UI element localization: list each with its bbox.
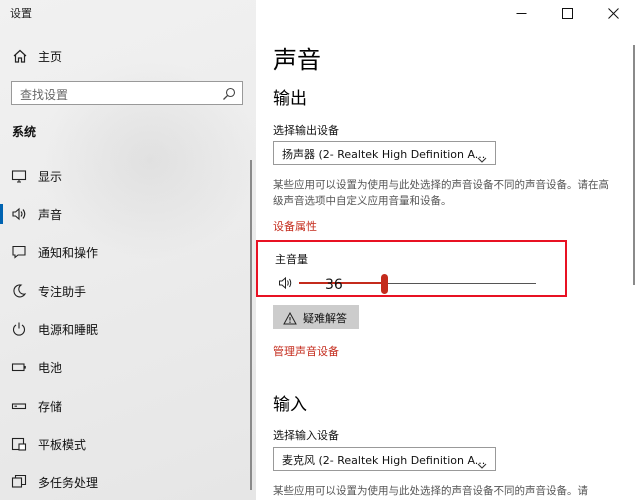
sidebar-item-notifications[interactable]: 通知和操作 [0,234,252,270]
input-device-select[interactable]: 麦克风 (2- Realtek High Definition A... [273,447,496,471]
sidebar-scrollbar[interactable] [250,160,252,490]
sidebar-item-tablet-mode[interactable]: 平板模式 [0,426,252,462]
section-title: 系统 [12,125,37,139]
sidebar-item-label: 专注助手 [38,285,87,299]
volume-value: 36 [325,277,343,293]
device-properties-link[interactable]: 设备属性 [273,218,317,234]
speaker-icon[interactable] [278,275,294,290]
search-placeholder: 查找设置 [20,88,69,102]
sidebar-item-label: 电源和睡眠 [38,323,99,337]
sidebar-item-label: 主页 [38,50,63,64]
sidebar-item-focus-assist[interactable]: 专注助手 [0,273,252,309]
sidebar-item-sound[interactable]: 声音 [0,196,252,232]
storage-icon [11,398,27,414]
chevron-down-icon [477,455,487,469]
master-volume-label: 主音量 [275,253,308,266]
maximize-button[interactable] [544,0,590,26]
troubleshoot-label: 疑难解答 [303,312,347,325]
output-description: 某些应用可以设置为使用与此处选择的声音设备不同的声音设备。请在高级声音选项中自定… [273,179,609,207]
window-controls [498,0,636,28]
chevron-down-icon [477,149,487,163]
master-volume-highlight: 主音量 [256,240,567,297]
input-device-value: 麦克风 (2- Realtek High Definition A... [282,454,486,467]
sidebar-item-storage[interactable]: 存储 [0,388,252,424]
manage-sound-devices-link[interactable]: 管理声音设备 [273,343,339,359]
output-device-value: 扬声器 (2- Realtek High Definition A... [282,148,486,161]
close-button[interactable] [590,0,636,26]
input-heading: 输入 [273,395,307,415]
input-device-label: 选择输入设备 [273,429,339,442]
main-content: 声音 输出 选择输出设备 扬声器 (2- Realtek High Defini… [256,0,636,500]
window-title: 设置 [10,7,32,20]
sidebar-item-home[interactable]: 主页 [0,42,256,70]
moon-icon [11,283,27,299]
troubleshoot-button[interactable]: 疑难解答 [273,305,359,329]
minimize-icon [516,4,527,23]
sidebar-item-label: 通知和操作 [38,246,99,260]
sidebar-item-label: 平板模式 [38,438,87,452]
output-heading: 输出 [273,89,307,109]
output-device-label: 选择输出设备 [273,124,339,137]
maximize-icon [561,4,573,23]
home-icon [12,48,28,64]
sidebar-item-label: 存储 [38,400,63,414]
notifications-icon [11,244,27,260]
minimize-button[interactable] [498,0,544,26]
sidebar-item-battery[interactable]: 电池 [0,349,252,385]
multitasking-icon [11,474,27,490]
slider-thumb[interactable] [381,274,389,294]
power-icon [11,321,27,337]
sidebar-item-label: 声音 [38,208,63,222]
input-description: 某些应用可以设置为使用与此处选择的声音设备不同的声音设备。请 [273,485,588,497]
sidebar-item-label: 多任务处理 [38,476,99,490]
search-icon[interactable] [222,86,236,100]
display-icon [11,168,27,184]
sidebar-item-label: 显示 [38,170,63,184]
sidebar-item-display[interactable]: 显示 [0,158,252,194]
sidebar-item-multitasking[interactable]: 多任务处理 [0,464,252,500]
close-icon [607,4,619,23]
search-input[interactable]: 查找设置 [11,81,243,105]
sidebar-item-power-sleep[interactable]: 电源和睡眠 [0,311,252,347]
tablet-mode-icon [11,436,27,452]
sidebar-item-label: 电池 [38,361,63,375]
sidebar: 设置 主页 查找设置 系统 显示 声音 通知和操作 专注助手 电源和睡眠 电池 … [0,0,256,500]
output-device-select[interactable]: 扬声器 (2- Realtek High Definition A... [273,141,496,165]
page-title: 声音 [273,46,321,74]
battery-icon [11,359,27,375]
speaker-icon [11,206,27,222]
warning-icon [283,310,297,325]
main-scrollbar[interactable] [633,45,635,285]
